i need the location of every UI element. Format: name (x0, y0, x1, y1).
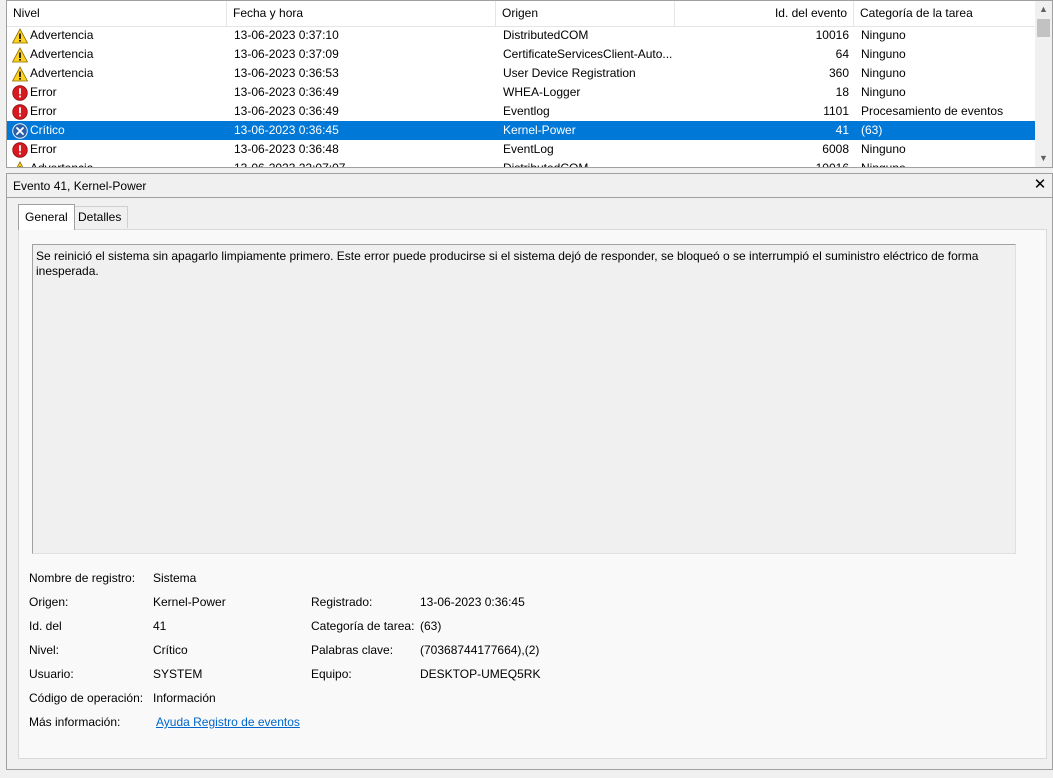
error-icon (12, 142, 28, 158)
tab-general[interactable]: General (18, 204, 75, 230)
warning-icon (11, 66, 29, 82)
task-category-label: Categoría de tarea: (311, 619, 415, 633)
status-strip (0, 770, 1053, 778)
event-datetime: 13-06-2023 0:37:09 (234, 47, 339, 61)
close-icon[interactable]: ✕ (1032, 175, 1048, 195)
event-row[interactable]: Error 13-06-2023 0:36:49 WHEA-Logger 18 Ning… (7, 83, 1041, 102)
event-task-category: Ninguno (861, 85, 906, 99)
event-task-category: Ninguno (861, 142, 906, 156)
event-detail-pane: Evento 41, Kernel-Power ✕ General Detall… (6, 173, 1053, 770)
event-row[interactable]: Error 13-06-2023 0:36:48 EventLog 6008 Ningu… (7, 140, 1041, 159)
event-list[interactable]: Nivel Fecha y hora Origen Id. del evento… (6, 0, 1053, 168)
event-row[interactable]: Advertencia 13-06-2023 0:37:10 Distributed… (7, 26, 1041, 45)
event-datetime: 13-06-2023 0:36:48 (234, 142, 339, 156)
opcode-value: Información (153, 691, 216, 705)
computer-label: Equipo: (311, 667, 352, 681)
event-datetime: 13-06-2023 0:36:53 (234, 66, 339, 80)
warning-icon (12, 161, 28, 167)
user-value: SYSTEM (153, 667, 203, 681)
event-level: Advertencia (30, 28, 94, 42)
level-label: Nivel: (29, 643, 60, 657)
level-value: Crítico (153, 643, 188, 657)
event-level: Error (30, 85, 57, 99)
event-row[interactable]: Advertencia 13-06-2023 0:37:09 Certificate… (7, 45, 1041, 64)
event-source: CertificateServicesClient-Auto... (503, 47, 673, 61)
event-datetime: 13-06-2023 0:36:49 (234, 104, 339, 118)
event-source: DistributedCOM (503, 161, 589, 168)
event-id: 360 (828, 66, 849, 80)
event-id: 10016 (815, 28, 849, 42)
tab-panel-general: Se reinició el sistema sin apagarlo limp… (18, 229, 1047, 759)
log-name-value: Sistema (153, 571, 197, 585)
event-level: Advertencia (30, 66, 94, 80)
keywords-value: (70368744177664),(2) (420, 643, 540, 657)
event-id: 41 (835, 123, 849, 137)
column-header-datetime[interactable]: Fecha y hora (227, 1, 496, 26)
event-source: EventLog (503, 142, 554, 156)
event-task-category: Ninguno (861, 28, 906, 42)
tab-details[interactable]: Detalles (71, 206, 129, 228)
event-datetime: 13-06-2023 22:07:07 (234, 161, 346, 168)
event-id: 1101 (823, 104, 849, 118)
list-header: Nivel Fecha y hora Origen Id. del evento… (7, 1, 1041, 27)
source-value: Kernel-Power (153, 595, 226, 609)
event-task-category: Ninguno (861, 47, 906, 61)
event-source: Eventlog (503, 104, 550, 118)
event-task-category: Procesamiento de eventos (861, 104, 1004, 118)
event-id: 6008 (822, 142, 849, 156)
scroll-up-icon[interactable]: ▲ (1035, 1, 1052, 18)
logged-value: 13-06-2023 0:36:45 (420, 595, 525, 609)
list-scrollbar[interactable]: ▲ ▼ (1035, 1, 1052, 167)
column-header-task-category[interactable]: Categoría de la tarea (854, 1, 1041, 26)
detail-title: Evento 41, Kernel-Power (13, 179, 147, 193)
event-row[interactable]: Error 13-06-2023 0:36:49 Eventlog 1101 Proce… (7, 102, 1041, 121)
event-datetime: 13-06-2023 0:37:10 (234, 28, 339, 42)
event-rows: Advertencia 13-06-2023 0:37:10 Distributed… (7, 26, 1041, 168)
critical-icon (12, 123, 28, 139)
event-datetime: 13-06-2023 0:36:49 (234, 85, 339, 99)
event-row[interactable]: Advertencia 13-06-2023 22:07:07 Distribute… (7, 159, 1041, 168)
event-source: Kernel-Power (503, 123, 576, 137)
error-icon (12, 85, 28, 101)
event-datetime: 13-06-2023 0:36:45 (234, 123, 339, 137)
event-task-category: (63) (861, 123, 883, 137)
column-header-level[interactable]: Nivel (7, 1, 227, 26)
event-source: WHEA-Logger (503, 85, 581, 99)
warning-icon (11, 47, 29, 63)
event-task-category: Ninguno (861, 66, 906, 80)
warning-icon (11, 28, 29, 44)
event-source: User Device Registration (503, 66, 636, 80)
event-id-label: Id. del (29, 619, 62, 633)
event-row[interactable]: Advertencia 13-06-2023 0:36:53 User Device… (7, 64, 1041, 83)
event-source: DistributedCOM (503, 28, 589, 42)
task-category-value: (63) (420, 619, 442, 633)
column-header-event-id[interactable]: Id. del evento (675, 1, 854, 26)
divider (7, 197, 1052, 198)
error-icon (12, 104, 28, 120)
scroll-thumb[interactable] (1037, 19, 1050, 37)
event-level: Error (30, 104, 57, 118)
event-id: 64 (835, 47, 849, 61)
logged-label: Registrado: (311, 595, 373, 609)
keywords-label: Palabras clave: (311, 643, 394, 657)
event-task-category: Ninguno (861, 161, 906, 168)
user-label: Usuario: (29, 667, 74, 681)
opcode-label: Código de operación: (29, 691, 144, 705)
event-row[interactable]: Crítico 13-06-2023 0:36:45 Kernel-Power 41 (… (7, 121, 1041, 140)
event-level: Crítico (30, 123, 65, 137)
event-level: Error (30, 142, 57, 156)
computer-value: DESKTOP-UMEQ5RK (420, 667, 541, 681)
source-label: Origen: (29, 595, 69, 609)
event-id-value: 41 (153, 619, 167, 633)
event-id: 10016 (815, 161, 849, 168)
column-header-source[interactable]: Origen (496, 1, 675, 26)
log-name-label: Nombre de registro: (29, 571, 136, 585)
event-description[interactable]: Se reinició el sistema sin apagarlo limp… (32, 244, 1016, 554)
scroll-down-icon[interactable]: ▼ (1035, 150, 1052, 167)
event-level: Advertencia (30, 161, 94, 168)
more-info-label: Más información: (29, 715, 121, 729)
event-log-help-link[interactable]: Ayuda Registro de eventos (156, 715, 300, 729)
event-level: Advertencia (30, 47, 94, 61)
event-id: 18 (835, 85, 849, 99)
